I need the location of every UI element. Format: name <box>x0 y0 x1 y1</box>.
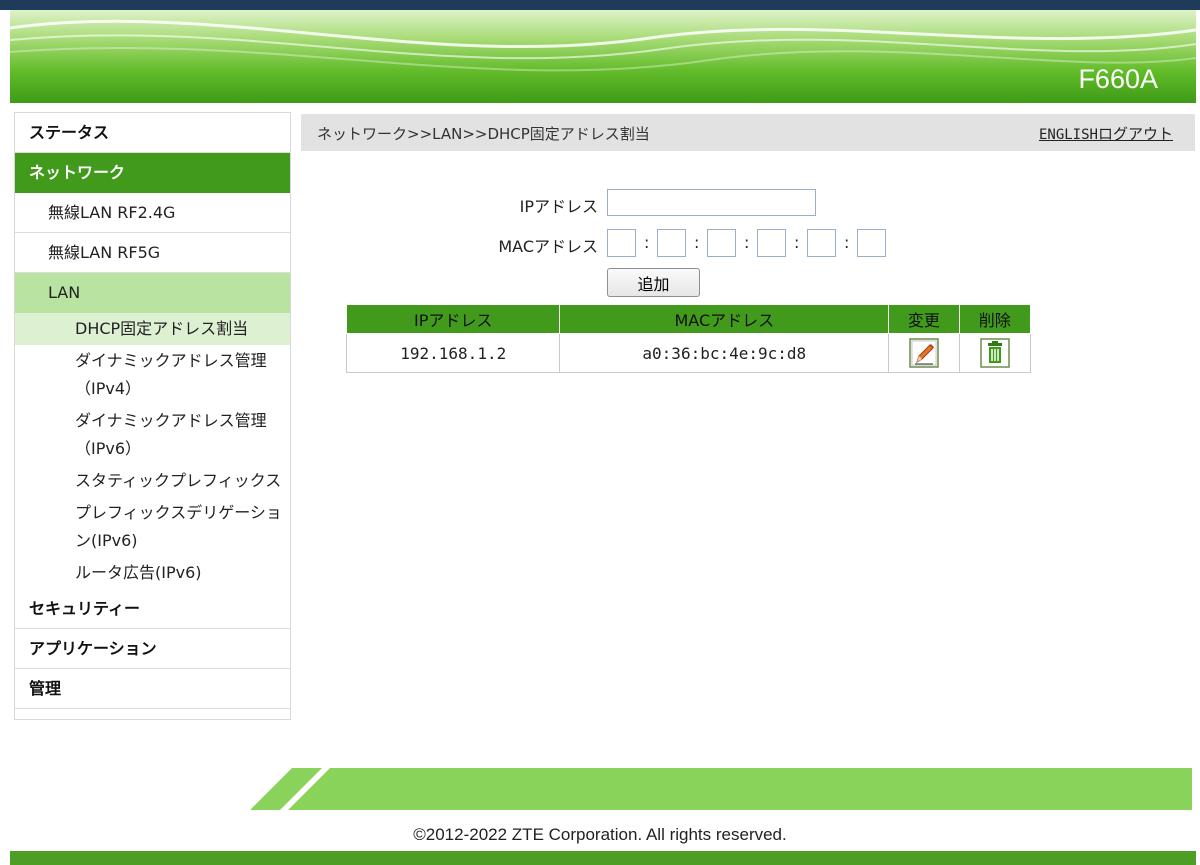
column-header-mac: MACアドレス <box>559 304 890 334</box>
cell-ip-address: 192.168.1.2 <box>345 333 561 373</box>
footer-stripe-decoration <box>250 768 1192 810</box>
cell-mac-address: a0:36:bc:4e:9c:d8 <box>559 333 890 373</box>
mac-octet-5-input[interactable] <box>807 229 836 257</box>
table-row: 192.168.1.2 a0:36:bc:4e:9c:d8 <box>345 333 1032 373</box>
column-header-ip: IPアドレス <box>345 304 561 334</box>
bottom-bar <box>10 851 1196 865</box>
mac-octet-2-input[interactable] <box>657 229 686 257</box>
column-header-edit: 変更 <box>888 304 960 334</box>
sidebar-item-static-prefix[interactable]: スタティックプレフィックス <box>15 465 290 497</box>
sidebar-item-prefix-delegation[interactable]: プレフィックスデリゲーション(IPv6) <box>15 497 290 557</box>
delete-cell <box>958 333 1032 373</box>
english-link[interactable]: ENGLISH <box>1039 127 1098 143</box>
add-button[interactable]: 追加 <box>607 268 700 297</box>
header-banner: F660A <box>10 10 1196 103</box>
mac-separator: : <box>744 233 750 252</box>
sidebar-item-application[interactable]: アプリケーション <box>15 629 290 669</box>
sidebar-item-network[interactable]: ネットワーク <box>15 153 290 193</box>
ip-address-label: IPアドレス <box>519 197 598 216</box>
sidebar-menu: ステータス ネットワーク 無線LAN RF2.4G 無線LAN RF5G LAN… <box>14 112 291 720</box>
mac-separator: : <box>694 233 700 252</box>
content-header: ネットワーク>>LAN>>DHCP固定アドレス割当 ENGLISHログアウト <box>301 114 1195 151</box>
header-links: ENGLISHログアウト <box>1039 123 1173 144</box>
banner-wave-decoration <box>10 19 1196 72</box>
mac-separator: : <box>844 233 850 252</box>
breadcrumb: ネットワーク>>LAN>>DHCP固定アドレス割当 <box>317 125 650 143</box>
mac-octet-3-input[interactable] <box>707 229 736 257</box>
top-bar <box>0 0 1200 10</box>
sidebar-item-management[interactable]: 管理 <box>15 669 290 709</box>
sidebar-item-dynamic-ipv6[interactable]: ダイナミックアドレス管理（IPv6） <box>15 405 290 465</box>
mac-octet-1-input[interactable] <box>607 229 636 257</box>
dhcp-static-table: IPアドレス MACアドレス 変更 削除 192.168.1.2 a0:36:b… <box>345 304 1032 373</box>
sidebar-item-wlan-5g[interactable]: 無線LAN RF5G <box>15 233 290 273</box>
mac-octet-4-input[interactable] <box>757 229 786 257</box>
pencil-icon[interactable] <box>909 338 939 368</box>
mac-separator: : <box>794 233 800 252</box>
sidebar-item-security[interactable]: セキュリティー <box>15 589 290 629</box>
sidebar-item-lan[interactable]: LAN <box>15 273 290 313</box>
column-header-delete: 削除 <box>958 304 1032 334</box>
mac-separator: : <box>644 233 650 252</box>
sidebar-item-dynamic-ipv4[interactable]: ダイナミックアドレス管理（IPv4） <box>15 345 290 405</box>
copyright-text: ©2012-2022 ZTE Corporation. All rights r… <box>413 825 787 844</box>
table-header-row: IPアドレス MACアドレス 変更 削除 <box>345 304 1032 334</box>
edit-cell <box>888 333 960 373</box>
mac-octet-6-input[interactable] <box>857 229 886 257</box>
sidebar-item-wlan-24g[interactable]: 無線LAN RF2.4G <box>15 193 290 233</box>
product-name: F660A <box>1078 64 1158 94</box>
trash-icon[interactable] <box>980 338 1010 368</box>
sidebar-item-status[interactable]: ステータス <box>15 113 290 153</box>
sidebar-item-dhcp-static[interactable]: DHCP固定アドレス割当 <box>15 313 290 345</box>
mac-address-label: MACアドレス <box>498 237 598 256</box>
sidebar-item-router-advert[interactable]: ルータ広告(IPv6) <box>15 557 290 589</box>
ip-address-input[interactable] <box>607 189 816 216</box>
logout-link[interactable]: ログアウト <box>1098 125 1173 143</box>
